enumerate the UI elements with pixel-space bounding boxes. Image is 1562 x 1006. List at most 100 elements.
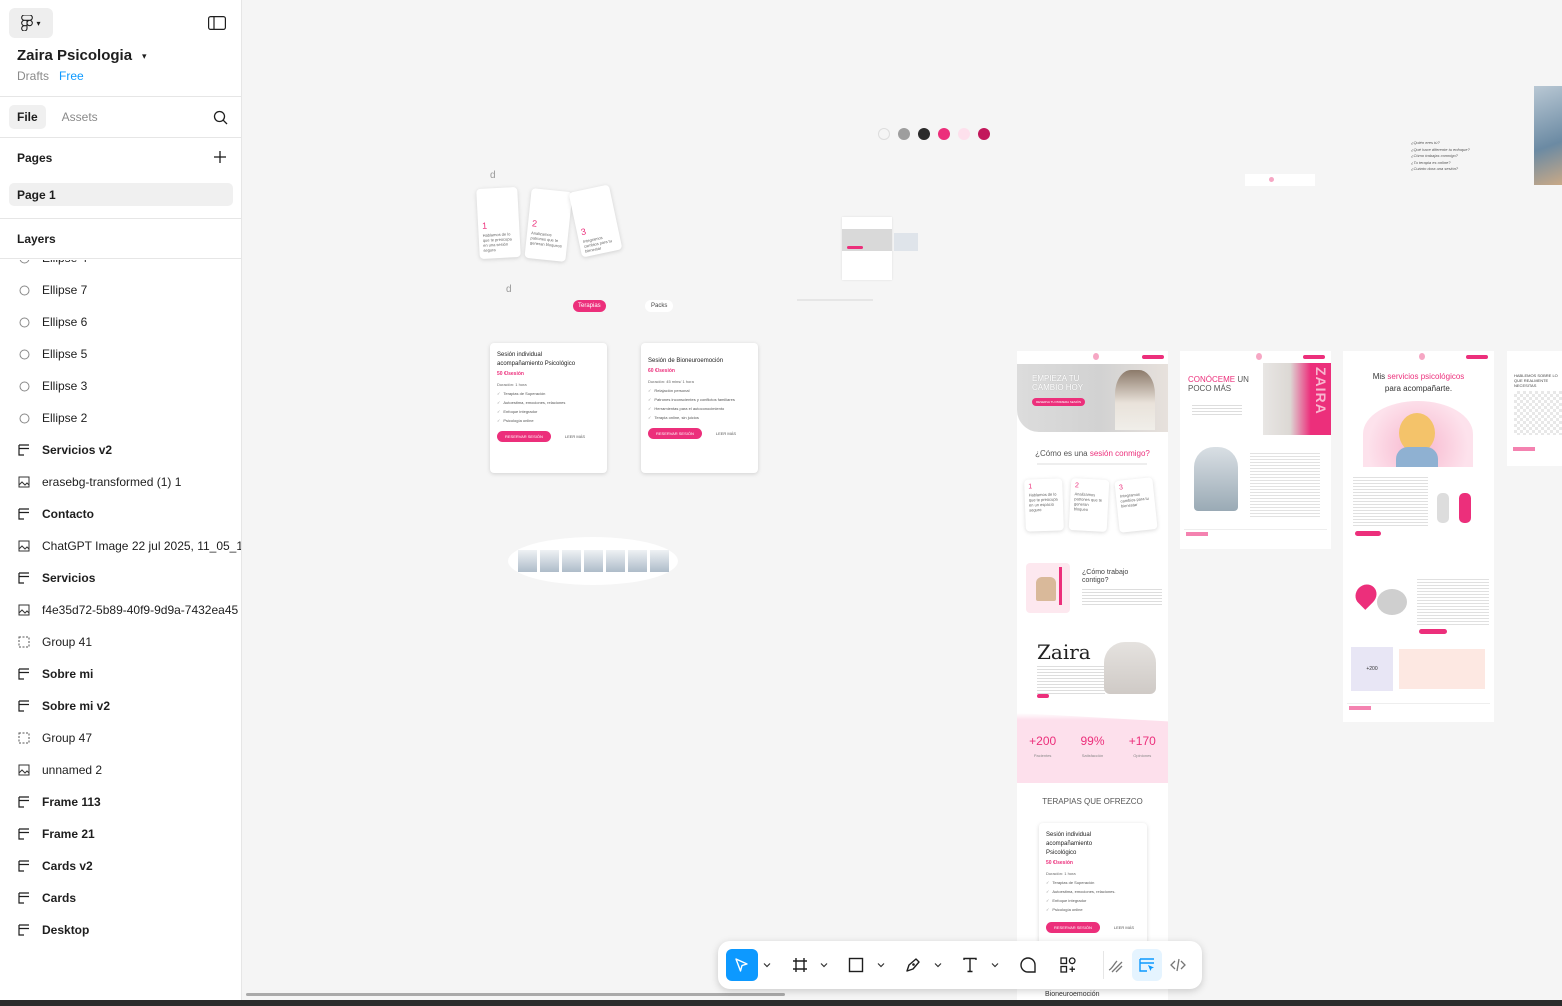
layer-item[interactable]: Servicios v2 bbox=[17, 440, 112, 460]
card-title: Sesión individual acompañamiento Psicoló… bbox=[1046, 832, 1093, 856]
photo-thumbnail[interactable] bbox=[561, 550, 581, 572]
frame-tool-button[interactable] bbox=[784, 949, 816, 981]
rectangle-icon bbox=[848, 957, 864, 973]
illustration-bg bbox=[1363, 401, 1473, 467]
chevron-down-icon[interactable] bbox=[991, 961, 999, 969]
read-more-link[interactable]: LEER MÁS bbox=[716, 431, 736, 436]
ellipse-icon bbox=[17, 347, 31, 361]
layer-item[interactable]: Contacto bbox=[17, 504, 94, 524]
layer-item[interactable]: Frame 113 bbox=[17, 792, 101, 812]
layer-item[interactable]: Group 47 bbox=[17, 728, 92, 748]
plus-icon[interactable] bbox=[213, 150, 227, 164]
chevron-down-icon[interactable] bbox=[934, 961, 942, 969]
photo-strip[interactable] bbox=[508, 537, 678, 585]
chevron-down-icon[interactable] bbox=[877, 961, 885, 969]
layer-item[interactable]: Frame 21 bbox=[17, 824, 95, 844]
layer-item[interactable]: unnamed 2 bbox=[17, 760, 102, 780]
layer-item[interactable]: Group 41 bbox=[17, 632, 92, 652]
color-swatch[interactable] bbox=[958, 128, 970, 140]
desktop-service-card[interactable]: Sesión individual acompañamiento Psicoló… bbox=[1039, 823, 1147, 953]
layer-item[interactable]: Sobre mi bbox=[17, 664, 93, 684]
layer-label: Group 47 bbox=[42, 731, 93, 745]
tab-file[interactable]: File bbox=[9, 105, 46, 129]
layer-item[interactable]: Ellipse 7 bbox=[17, 280, 87, 300]
servicios-frame[interactable]: Mis servicios psicológicos para acompaña… bbox=[1343, 351, 1494, 722]
photo-thumbnail[interactable] bbox=[605, 550, 625, 572]
how-card[interactable]: 2 Analizamos patrones que te generan bloq… bbox=[1068, 478, 1110, 532]
layer-item[interactable]: Cards bbox=[17, 888, 76, 908]
layer-item[interactable]: Ellipse 5 bbox=[17, 344, 87, 364]
file-name[interactable]: Zaira Psicologia ▾ bbox=[17, 47, 147, 64]
tab-assets[interactable]: Assets bbox=[54, 105, 106, 129]
card-feature-label: Patrones inconscientes y conflictos fami… bbox=[654, 397, 735, 402]
dev-mode-button[interactable] bbox=[1163, 949, 1193, 981]
reserve-button[interactable]: RESERVAR SESIÓN bbox=[648, 428, 702, 439]
file-location[interactable]: Drafts bbox=[17, 69, 49, 83]
color-swatch[interactable] bbox=[918, 128, 930, 140]
draw-mode-button[interactable] bbox=[1101, 949, 1131, 981]
rectangle-tool-button[interactable] bbox=[840, 949, 872, 981]
heart-shape bbox=[1351, 580, 1381, 610]
step-card[interactable]: 2 Analizamos patrones que te generan blo… bbox=[524, 188, 573, 262]
step-card[interactable]: 1 Hablamos de lo que te preocupa en una … bbox=[476, 186, 521, 260]
color-swatch[interactable] bbox=[878, 128, 890, 140]
search-icon[interactable] bbox=[213, 110, 228, 125]
layer-item[interactable]: Ellipse 3 bbox=[17, 376, 87, 396]
actions-button[interactable] bbox=[1052, 949, 1084, 981]
how-card[interactable]: 1 Hablamos de lo que te preocupa en un es… bbox=[1024, 478, 1064, 532]
horizontal-scrollbar[interactable] bbox=[246, 993, 785, 996]
contacto-frame[interactable]: HABLEMOS SOBRE LO QUE REALMENTE NECESITA… bbox=[1507, 351, 1562, 466]
faq-list[interactable]: ¿Quién eres tú? ¿Qué hace diferente tu en… bbox=[1411, 140, 1501, 173]
reserve-button[interactable]: RESERVAR SESIÓN bbox=[1046, 922, 1100, 933]
service-card[interactable]: Sesión de Bioneuroemoción 60 €/sesión Dura… bbox=[641, 343, 758, 473]
layer-item[interactable]: Ellipse 6 bbox=[17, 312, 87, 332]
color-swatch[interactable] bbox=[898, 128, 910, 140]
service-card[interactable]: Sesión individual acompañamiento Psicoló… bbox=[490, 343, 607, 473]
mobile-frame[interactable] bbox=[842, 217, 892, 280]
layer-item[interactable]: Desktop bbox=[17, 920, 89, 940]
photo-thumbnail[interactable] bbox=[583, 550, 603, 572]
read-more-link[interactable]: LEER MÁS bbox=[1114, 925, 1134, 930]
pen-tool-button[interactable] bbox=[897, 949, 929, 981]
service-text-1 bbox=[1353, 475, 1428, 527]
card-feature: ✓ Enfoque integrador bbox=[497, 409, 600, 414]
photo-thumbnail[interactable] bbox=[539, 550, 559, 572]
design-canvas[interactable]: d d 1 Hablamos de lo que te preocupa en … bbox=[242, 0, 1562, 1006]
sobre-mi-frame[interactable]: CONÓCEME UN POCO MÁS ZAIRA bbox=[1180, 351, 1331, 549]
color-swatch[interactable] bbox=[938, 128, 950, 140]
header-frame[interactable] bbox=[1245, 174, 1315, 186]
toggle-terapias[interactable]: Terapias bbox=[573, 300, 606, 312]
read-more-link[interactable]: LEER MÁS bbox=[565, 434, 585, 439]
design-mode-button[interactable] bbox=[1132, 949, 1162, 981]
layer-item[interactable]: erasebg-transformed (1) 1 bbox=[17, 472, 181, 492]
photo-thumbnail[interactable] bbox=[627, 550, 647, 572]
plan-badge[interactable]: Free bbox=[59, 69, 84, 83]
layer-item[interactable]: f4e35d72-5b89-40f9-9d9a-7432ea45 bbox=[17, 600, 238, 620]
layer-label: Ellipse 4 bbox=[42, 260, 87, 265]
move-tool-button[interactable] bbox=[726, 949, 758, 981]
layer-item[interactable]: Ellipse 4 bbox=[17, 260, 87, 268]
step-card[interactable]: 3 Integramos cambios para tu bienestar bbox=[568, 184, 623, 258]
reserve-button[interactable]: RESERVAR SESIÓN bbox=[497, 431, 551, 442]
sidebar-toggle-icon[interactable] bbox=[208, 16, 226, 30]
main-menu-button[interactable]: ▾ bbox=[9, 8, 53, 38]
desktop-frame[interactable]: EMPIEZA TU CAMBIO HOY RESERVA TU PRIMERA… bbox=[1017, 351, 1168, 1006]
ellipse-icon bbox=[17, 379, 31, 393]
divider bbox=[0, 137, 241, 138]
layer-item[interactable]: ChatGPT Image 22 jul 2025, 11_05_14 bbox=[17, 536, 241, 556]
photo-thumbnail[interactable] bbox=[517, 550, 537, 572]
chevron-down-icon[interactable] bbox=[763, 961, 771, 969]
comment-tool-button[interactable] bbox=[1012, 949, 1044, 981]
chevron-down-icon[interactable] bbox=[820, 961, 828, 969]
text-tool-button[interactable] bbox=[954, 949, 986, 981]
layer-item[interactable]: Sobre mi v2 bbox=[17, 696, 110, 716]
how-card[interactable]: 3 Integramos cambios para tu bienestar bbox=[1114, 477, 1158, 533]
layer-item[interactable]: Cards v2 bbox=[17, 856, 93, 876]
page-item-page-1[interactable]: Page 1 bbox=[9, 183, 233, 206]
toggle-packs[interactable]: Packs bbox=[645, 300, 674, 312]
layer-item[interactable]: Ellipse 2 bbox=[17, 408, 87, 428]
layer-item[interactable]: Servicios bbox=[17, 568, 95, 588]
color-swatch[interactable] bbox=[978, 128, 990, 140]
photo-thumbnail[interactable] bbox=[649, 550, 669, 572]
faq-item[interactable]: ¿Cuánto dura una sesión? bbox=[1411, 166, 1501, 173]
